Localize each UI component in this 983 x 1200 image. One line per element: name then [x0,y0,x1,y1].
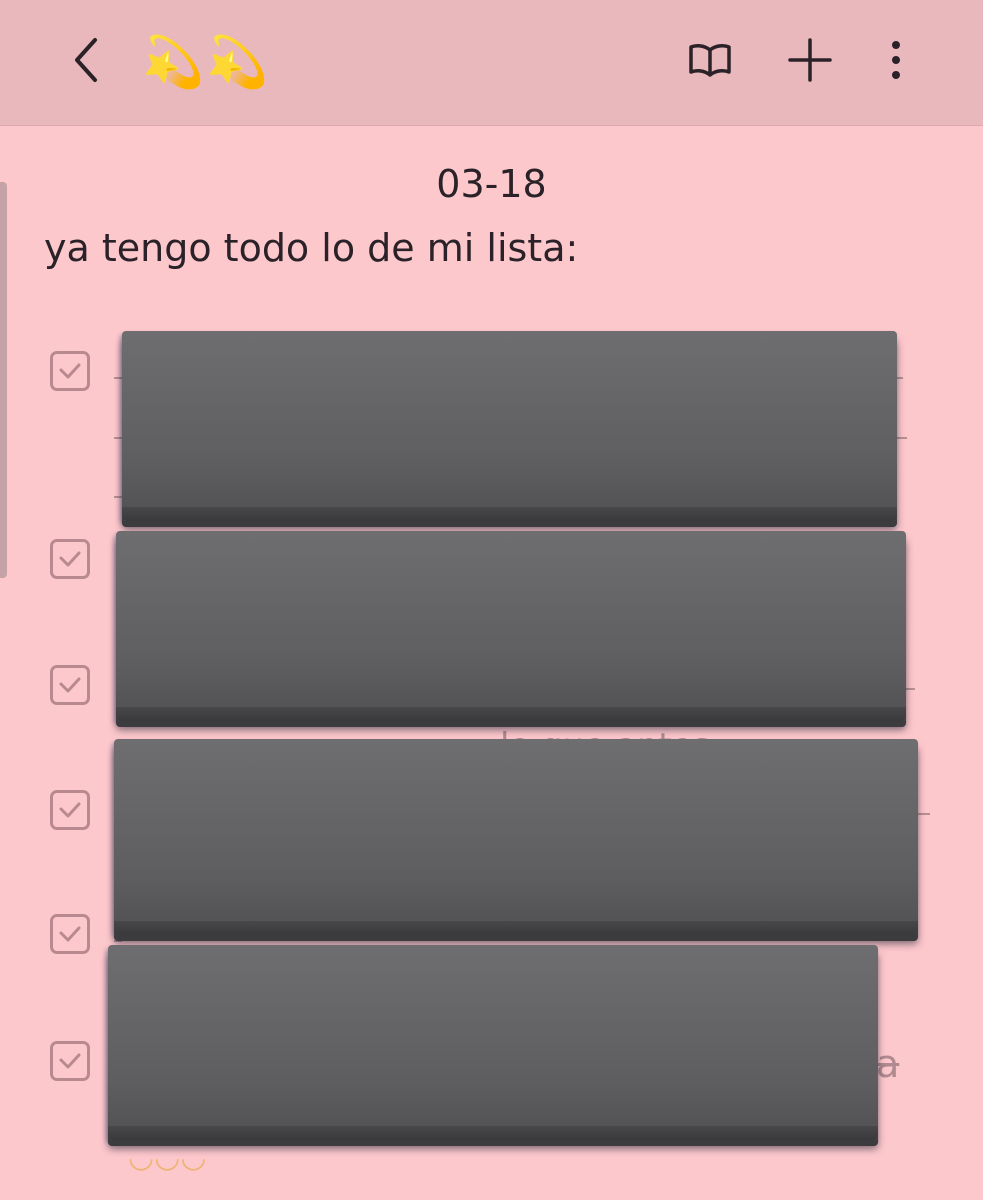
plus-icon [788,38,832,82]
note-intro-text: ya tengo todo lo de mi lista: [44,226,579,270]
note-date: 03-18 [436,162,547,206]
redaction-block-4 [108,945,878,1140]
add-button[interactable] [782,32,838,88]
note-title-emoji: 💫💫 [142,33,271,91]
checkmark-icon [59,926,81,942]
redaction-block-2 [116,531,906,721]
checkmark-icon [59,1053,81,1069]
strikethrough-line [114,940,122,942]
redaction-block-1 [122,331,897,521]
back-button[interactable] [58,30,114,90]
checkmark-icon [59,551,81,567]
checklist-checkbox-3[interactable] [50,665,90,705]
checklist-checkbox-4[interactable] [50,790,90,830]
emoji-remnant: ◡◡◡ [128,1140,207,1175]
open-book-icon [689,44,731,77]
checklist-checkbox-1[interactable] [50,351,90,391]
chevron-left-icon [75,38,97,82]
strikethrough-line [918,813,930,815]
toolbar: 💫💫 [0,0,983,126]
checkmark-icon [59,677,81,693]
reading-mode-button[interactable] [680,32,740,88]
more-options-button[interactable] [874,32,918,88]
redaction-block-3 [114,739,918,935]
checklist-checkbox-6[interactable] [50,1041,90,1081]
vertical-dots-icon [892,41,900,79]
checkmark-icon [59,363,81,379]
item-6-text-fragment: a [876,1042,900,1086]
strikethrough-line [905,688,915,690]
scrollbar[interactable] [0,182,7,578]
checklist-checkbox-2[interactable] [50,539,90,579]
checkmark-icon [59,802,81,818]
checklist-checkbox-5[interactable] [50,914,90,954]
